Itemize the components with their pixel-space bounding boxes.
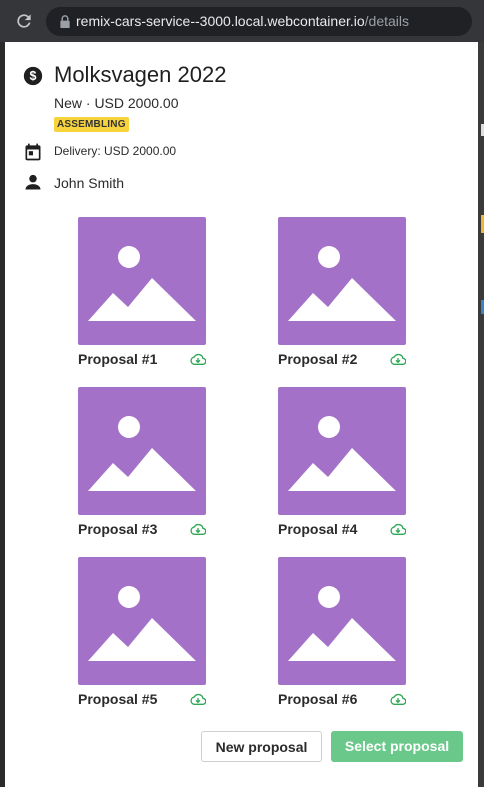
image-placeholder-icon <box>88 416 196 491</box>
select-proposal-button[interactable]: Select proposal <box>331 731 463 762</box>
cloud-download-icon[interactable] <box>190 693 206 707</box>
address-bar[interactable]: remix-cars-service--3000.local.webcontai… <box>46 7 472 36</box>
proposal-thumbnail[interactable] <box>78 557 206 685</box>
url-text: remix-cars-service--3000.local.webcontai… <box>76 13 409 29</box>
cloud-download-icon[interactable] <box>390 523 406 537</box>
image-placeholder-icon <box>288 416 396 491</box>
proposal-card[interactable]: Proposal #1 <box>78 217 206 377</box>
proposal-label: Proposal #4 <box>278 521 358 537</box>
lock-icon <box>60 15 70 28</box>
image-placeholder-icon <box>88 246 196 321</box>
car-details-dialog: $ Molksvagen 2022 New · USD 2000.00 ASSE… <box>5 42 478 787</box>
proposal-label: Proposal #2 <box>278 351 358 367</box>
new-proposal-button[interactable]: New proposal <box>201 731 322 762</box>
proposal-label: Proposal #1 <box>78 351 158 367</box>
cloud-download-icon[interactable] <box>190 523 206 537</box>
url-path: /details <box>364 13 410 29</box>
car-summary: New · USD 2000.00 <box>54 95 179 111</box>
proposal-card[interactable]: Proposal #5 <box>78 557 206 717</box>
owner-name: John Smith <box>54 175 125 191</box>
cloud-download-icon[interactable] <box>390 693 406 707</box>
url-host: remix-cars-service--3000.local.webcontai… <box>76 13 365 29</box>
proposal-card[interactable]: Proposal #3 <box>78 387 206 547</box>
proposal-card[interactable]: Proposal #6 <box>278 557 406 717</box>
calendar-icon <box>25 143 41 161</box>
background-page-edge <box>478 42 484 787</box>
image-placeholder-icon <box>288 586 396 661</box>
proposal-label: Proposal #6 <box>278 691 358 707</box>
proposal-thumbnail[interactable] <box>78 217 206 345</box>
dollar-circle-icon: $ <box>23 66 43 86</box>
proposal-label: Proposal #5 <box>78 691 158 707</box>
browser-toolbar: remix-cars-service--3000.local.webcontai… <box>0 0 484 42</box>
proposal-thumbnail[interactable] <box>78 387 206 515</box>
proposal-thumbnail[interactable] <box>278 217 406 345</box>
image-placeholder-icon <box>288 246 396 321</box>
proposal-thumbnail[interactable] <box>278 557 406 685</box>
reload-icon[interactable] <box>14 11 34 31</box>
person-icon <box>25 174 41 190</box>
proposal-thumbnail[interactable] <box>278 387 406 515</box>
status-badge: ASSEMBLING <box>54 117 129 132</box>
proposal-card[interactable]: Proposal #2 <box>278 217 406 377</box>
image-placeholder-icon <box>88 586 196 661</box>
svg-text:$: $ <box>30 69 37 83</box>
cloud-download-icon[interactable] <box>190 353 206 367</box>
cloud-download-icon[interactable] <box>390 353 406 367</box>
delivery-price: Delivery: USD 2000.00 <box>54 144 177 158</box>
proposal-label: Proposal #3 <box>78 521 158 537</box>
proposal-card[interactable]: Proposal #4 <box>278 387 406 547</box>
car-name: Molksvagen 2022 <box>54 62 227 87</box>
